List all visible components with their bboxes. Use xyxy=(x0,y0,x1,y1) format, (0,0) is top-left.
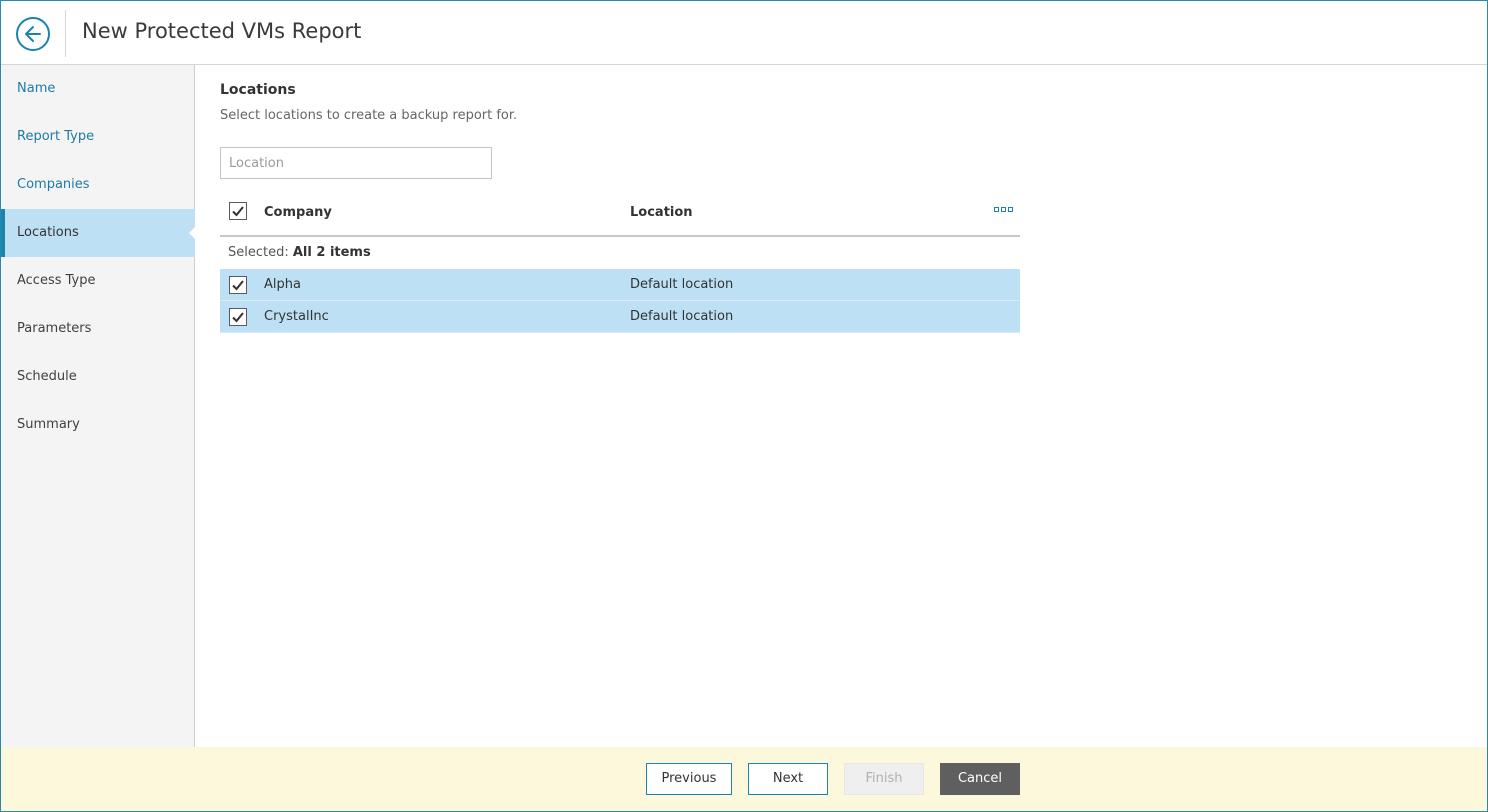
step-parameters: Parameters xyxy=(17,321,92,336)
location-search-input[interactable] xyxy=(220,147,492,179)
cell-location: Default location xyxy=(630,277,734,292)
column-chooser-icon[interactable] xyxy=(994,207,1014,217)
checkmark-icon xyxy=(232,280,244,291)
table-row[interactable]: CrystalInc Default location xyxy=(220,301,1020,333)
selection-count: All 2 items xyxy=(292,245,371,260)
section-title: Locations xyxy=(220,82,296,98)
checkmark-icon xyxy=(232,206,244,217)
checkmark-icon xyxy=(232,312,244,323)
wizard-footer: Previous Next Finish Cancel xyxy=(1,747,1487,811)
step-locations[interactable]: Locations xyxy=(1,209,196,257)
cell-company: Alpha xyxy=(264,277,301,292)
wizard-header: New Protected VMs Report xyxy=(1,1,1487,65)
row-checkbox[interactable] xyxy=(229,276,247,294)
main-content: Locations Select locations to create a b… xyxy=(220,65,1480,745)
page-title: New Protected VMs Report xyxy=(82,19,362,43)
next-button[interactable]: Next xyxy=(748,763,828,795)
step-report-type[interactable]: Report Type xyxy=(1,113,195,161)
step-name[interactable]: Name xyxy=(1,65,195,113)
step-schedule: Schedule xyxy=(17,369,77,384)
table-row[interactable]: Alpha Default location xyxy=(220,269,1020,301)
cell-location: Default location xyxy=(630,309,734,324)
step-access-type: Access Type xyxy=(17,273,96,288)
section-description: Select locations to create a backup repo… xyxy=(220,108,518,123)
select-all-checkbox[interactable] xyxy=(229,202,247,220)
grid-header: Company Location xyxy=(220,193,1020,237)
previous-button[interactable]: Previous xyxy=(646,763,732,795)
step-summary: Summary xyxy=(17,417,80,432)
header-divider xyxy=(65,10,66,57)
finish-button: Finish xyxy=(844,763,924,795)
selection-prefix: Selected: xyxy=(228,245,289,260)
arrow-left-icon xyxy=(25,26,41,42)
back-button[interactable] xyxy=(16,17,50,51)
cell-company: CrystalInc xyxy=(264,309,329,324)
row-checkbox[interactable] xyxy=(229,308,247,326)
locations-grid: Company Location Selected: All 2 items A… xyxy=(220,193,1020,333)
cancel-button[interactable]: Cancel xyxy=(940,763,1020,795)
selection-summary: Selected: All 2 items xyxy=(220,237,1020,269)
column-header-location[interactable]: Location xyxy=(630,205,693,220)
step-companies[interactable]: Companies xyxy=(1,161,195,209)
column-header-company[interactable]: Company xyxy=(264,205,332,220)
wizard-steps-sidebar: Name Report Type Companies Locations Acc… xyxy=(1,65,196,747)
